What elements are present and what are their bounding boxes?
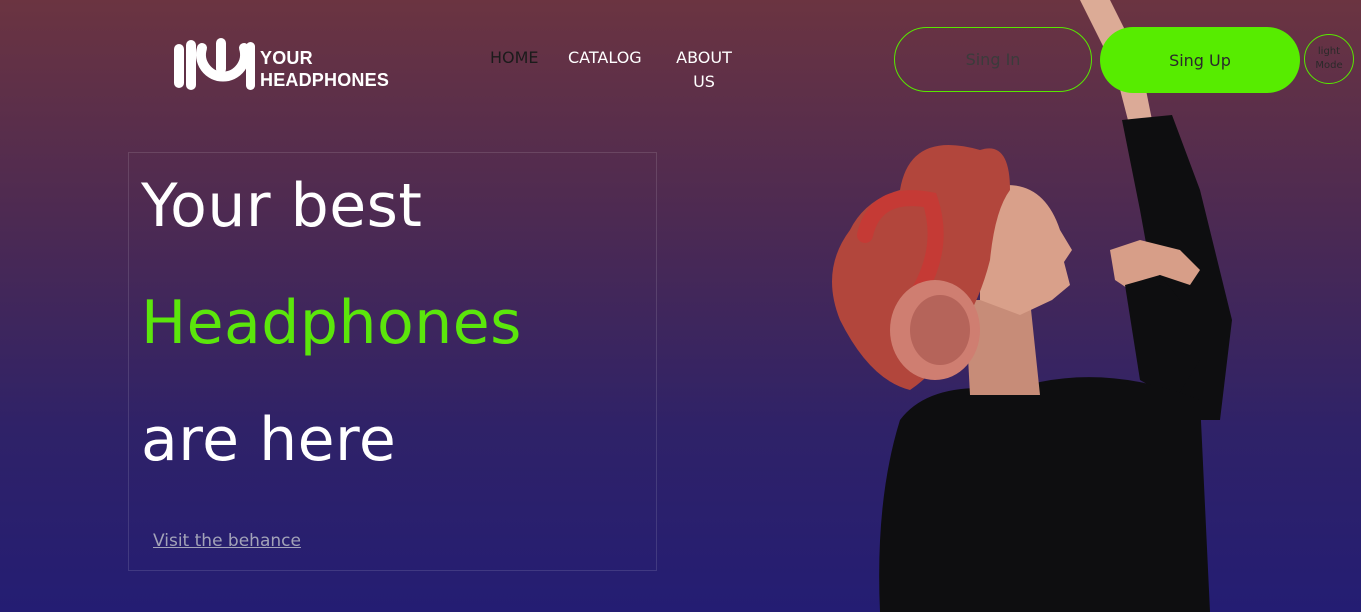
behance-link[interactable]: Visit the behance bbox=[153, 531, 301, 551]
nav-about-us[interactable]: ABOUT US bbox=[676, 46, 732, 94]
hero-section: Your best Headphones are here Visit the … bbox=[128, 152, 657, 571]
sign-up-button[interactable]: Sing Up bbox=[1100, 27, 1300, 93]
hero-title-line3: are here bbox=[141, 405, 397, 475]
headphones-logo-icon bbox=[174, 38, 255, 90]
hero-title-line2: Headphones bbox=[141, 288, 522, 358]
nav-home[interactable]: HOME bbox=[490, 46, 539, 70]
sign-in-button[interactable]: Sing In bbox=[894, 27, 1092, 92]
light-mode-toggle[interactable]: light Mode bbox=[1304, 34, 1354, 84]
hero-title-line1: Your best bbox=[141, 171, 423, 241]
light-mode-label-line2: Mode bbox=[1315, 60, 1343, 71]
light-mode-label-line1: light bbox=[1317, 46, 1341, 57]
brand-name-line1: YOUR bbox=[260, 48, 313, 68]
brand-logo[interactable]: YOUR HEADPHONES bbox=[172, 36, 389, 102]
nav-catalog[interactable]: CATALOG bbox=[568, 46, 642, 70]
brand-name-line2: HEADPHONES bbox=[260, 70, 390, 90]
brand-name: YOUR HEADPHONES bbox=[260, 47, 389, 91]
